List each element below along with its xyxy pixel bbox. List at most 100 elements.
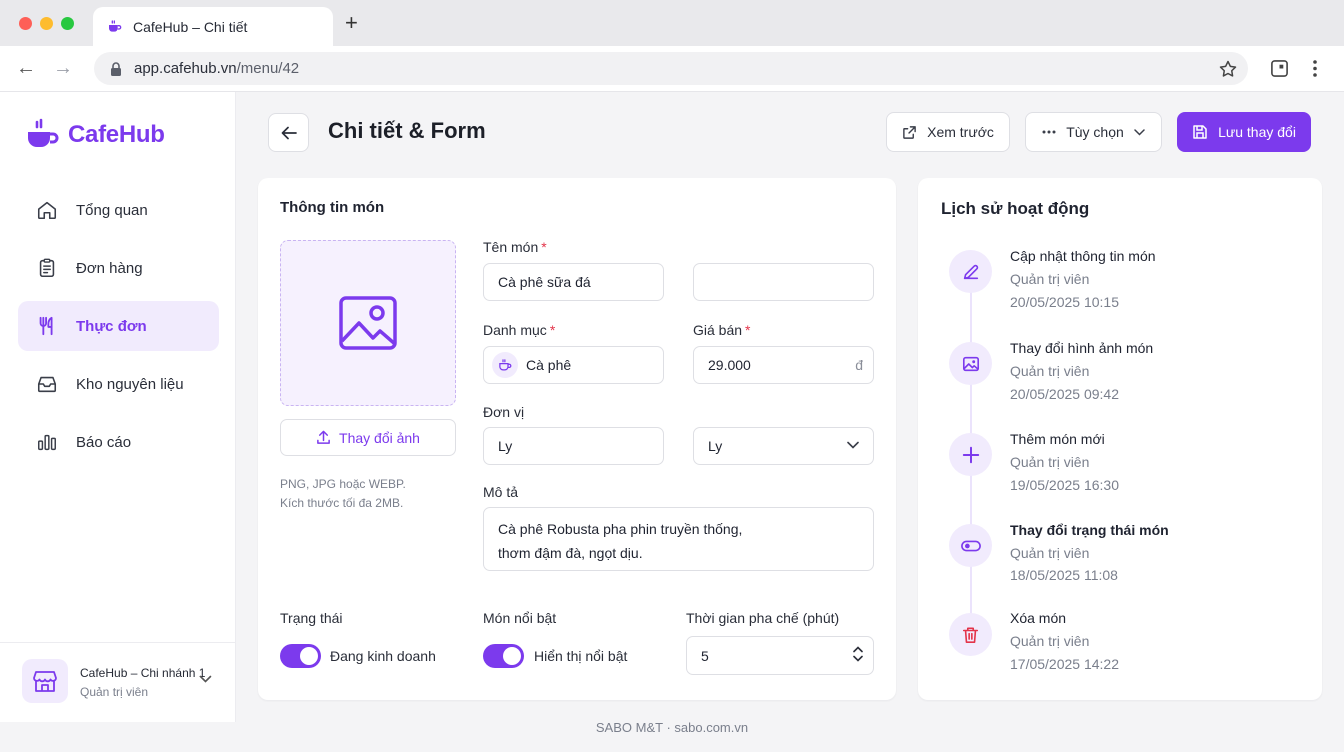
toggle-icon	[949, 524, 992, 567]
unit-value: Ly	[498, 438, 513, 454]
required-mark: *	[549, 322, 556, 338]
description-line: thơm đậm đà, ngọt dịu.	[498, 545, 643, 561]
save-button[interactable]: Lưu thay đổi	[1177, 112, 1311, 152]
history-item-user: Quản trị viên	[1010, 633, 1090, 649]
branch-name: CafeHub – Chi nhánh 1	[80, 666, 206, 680]
footer-text: SABO M&T · sabo.com.vn	[595, 720, 749, 735]
chevron-down-icon	[847, 441, 859, 449]
history-item-time: 19/05/2025 16:30	[1010, 477, 1119, 493]
sidebar-item-label: Tổng quan	[76, 201, 148, 219]
secondary-input[interactable]	[693, 263, 874, 301]
preview-button[interactable]: Xem trước	[886, 112, 1010, 152]
cup-logo-icon	[28, 118, 59, 147]
unit-select-value: Ly	[708, 438, 723, 454]
url-host: app.cafehub.vn	[134, 60, 237, 77]
sidebar-item-reports[interactable]: Báo cáo	[18, 417, 219, 467]
category-label: Danh mục *	[483, 322, 556, 338]
maximize-window-button[interactable]	[61, 17, 74, 30]
description-textarea[interactable]: Cà phê Robusta pha phin truyền thống, th…	[483, 507, 874, 571]
required-mark: *	[745, 322, 751, 338]
history-item-user: Quản trị viên	[1010, 363, 1090, 379]
brew-time-stepper[interactable]: 5	[686, 636, 874, 675]
plus-icon	[949, 433, 992, 476]
sidebar-item-label: Báo cáo	[76, 433, 132, 451]
image-hint-size: Kích thước tối đa 2MB.	[280, 496, 404, 510]
image-placeholder-icon	[339, 296, 397, 350]
image-preview[interactable]	[280, 240, 456, 406]
image-icon	[949, 342, 992, 385]
change-image-label: Thay đổi ảnh	[339, 429, 420, 446]
lock-icon	[111, 61, 121, 76]
history-item-time: 17/05/2025 14:22	[1010, 656, 1119, 672]
minimize-window-button[interactable]	[40, 17, 53, 30]
trash-icon	[949, 613, 992, 656]
unit-select[interactable]: Ly	[693, 427, 874, 465]
history-item-title: Thay đổi trạng thái món	[1010, 522, 1169, 538]
brew-time-label: Thời gian pha chế (phút)	[686, 610, 840, 626]
options-label: Tùy chọn	[1066, 124, 1124, 140]
featured-label: Món nổi bật	[483, 610, 557, 626]
clipboard-icon	[39, 258, 55, 278]
price-label: Giá bán *	[693, 322, 751, 338]
history-item-user: Quản trị viên	[1010, 454, 1090, 470]
status-toggle[interactable]	[280, 644, 321, 668]
back-arrow-icon[interactable]: ←	[16, 57, 36, 79]
brand-logo[interactable]: CafeHub	[26, 118, 165, 152]
featured-value: Hiển thị nổi bật	[534, 648, 628, 664]
required-mark: *	[541, 239, 547, 255]
back-button[interactable]	[268, 113, 309, 152]
address-bar-row: ← → app.cafehub.vn/menu/42	[0, 46, 1344, 92]
category-select[interactable]: Cà phê	[483, 346, 664, 384]
brew-time-value: 5	[701, 647, 709, 664]
cup-icon	[109, 19, 122, 32]
sidebar: CafeHub Tổng quan Đơn hàng Thực đơn Kho …	[0, 92, 236, 722]
store-icon	[22, 659, 68, 703]
name-label: Tên món *	[483, 239, 547, 255]
home-icon	[37, 201, 57, 220]
sidebar-item-menu[interactable]: Thực đơn	[18, 301, 219, 351]
unit-input[interactable]: Ly	[483, 427, 664, 465]
branch-role: Quản trị viên	[80, 685, 149, 699]
arrow-left-icon	[281, 126, 297, 139]
price-input[interactable]: 29.000 đ	[693, 346, 874, 384]
save-icon	[1193, 125, 1207, 139]
tab-title: CafeHub – Chi tiết	[133, 18, 248, 35]
description-line: Cà phê Robusta pha phin truyền thống,	[498, 521, 743, 537]
more-vertical-icon[interactable]	[1312, 59, 1318, 78]
branch-switcher[interactable]: CafeHub – Chi nhánh 1 Quản trị viên	[0, 642, 236, 722]
sidebar-item-orders[interactable]: Đơn hàng	[18, 243, 219, 293]
url-path: /menu/42	[236, 60, 300, 77]
brand-name: CafeHub	[68, 121, 165, 148]
options-button[interactable]: Tùy chọn	[1025, 112, 1162, 152]
status-label: Trạng thái	[280, 610, 343, 626]
history-item-user: Quản trị viên	[1010, 271, 1090, 287]
change-image-button[interactable]: Thay đổi ảnh	[280, 419, 456, 456]
page-title: Chi tiết & Form	[328, 118, 486, 143]
chevron-down-icon	[1134, 128, 1145, 136]
status-value: Đang kinh doanh	[330, 648, 436, 664]
external-link-icon	[903, 125, 916, 139]
history-item-title: Cập nhật thông tin món	[1010, 248, 1156, 264]
url-field[interactable]: app.cafehub.vn/menu/42	[94, 52, 1248, 85]
preview-label: Xem trước	[927, 124, 994, 140]
sidebar-item-label: Thực đơn	[76, 317, 147, 335]
pencil-icon	[949, 250, 992, 293]
sidebar-item-overview[interactable]: Tổng quan	[18, 185, 219, 235]
star-icon[interactable]	[1218, 59, 1238, 79]
sidebar-item-label: Kho nguyên liệu	[76, 375, 184, 393]
cup-icon	[492, 352, 518, 378]
description-label: Mô tả	[483, 484, 519, 500]
browser-tab[interactable]: CafeHub – Chi tiết	[93, 7, 333, 46]
forward-arrow-icon[interactable]: →	[53, 57, 73, 79]
name-input[interactable]: Cà phê sữa đá	[483, 263, 664, 301]
close-window-button[interactable]	[19, 17, 32, 30]
sidebar-item-inventory[interactable]: Kho nguyên liệu	[18, 359, 219, 409]
history-item-time: 20/05/2025 09:42	[1010, 386, 1119, 402]
extension-icon[interactable]	[1270, 59, 1289, 78]
price-value: 29.000	[708, 357, 751, 373]
new-tab-button[interactable]: +	[345, 12, 358, 34]
stepper-arrows-icon[interactable]	[853, 645, 863, 663]
history-item-user: Quản trị viên	[1010, 545, 1090, 561]
more-horizontal-icon	[1042, 130, 1056, 134]
featured-toggle[interactable]	[483, 644, 524, 668]
